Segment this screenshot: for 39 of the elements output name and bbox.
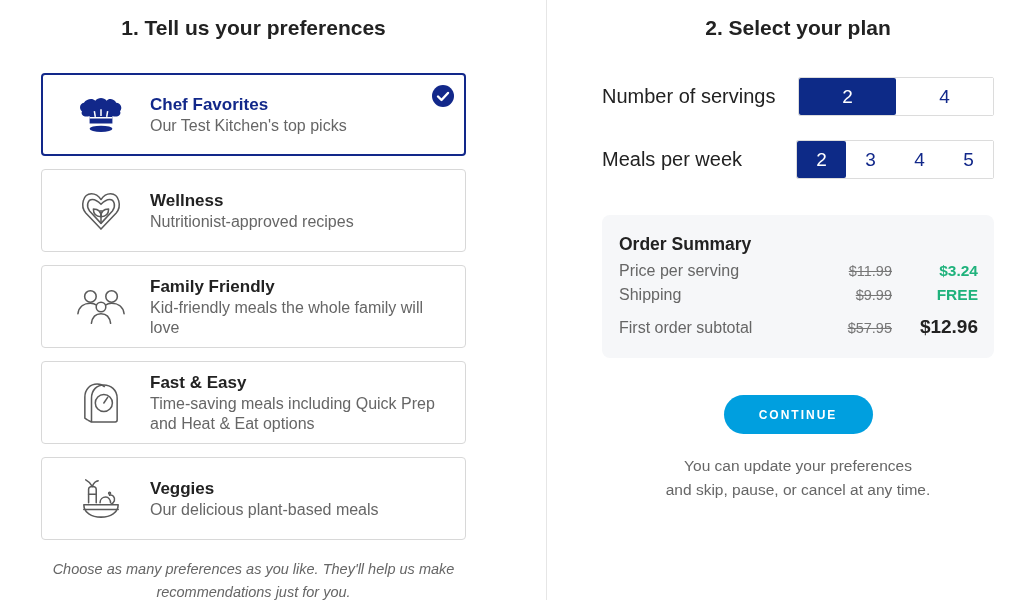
preference-title: Wellness xyxy=(150,189,225,212)
meals-option[interactable]: 2 xyxy=(797,141,846,178)
original-price: $11.99 xyxy=(848,262,892,281)
original-price: $57.95 xyxy=(847,319,892,338)
section-heading: 2. Select your plan xyxy=(704,16,892,40)
preference-description: Kid-friendly meals the whole family will love xyxy=(150,297,424,338)
preference-card[interactable]: Family Friendly Kid-friendly meals the whole family will love xyxy=(41,265,466,348)
salad-bowl-icon xyxy=(80,477,122,520)
summary-title: Order Summary xyxy=(619,233,753,255)
preference-description: Nutritionist-approved recipes xyxy=(150,211,355,232)
preference-title: Family Friendly xyxy=(150,275,276,298)
subtotal-price: $12.96 xyxy=(918,315,978,339)
preference-card[interactable]: Chef Favorites Our Test Kitchen's top picks xyxy=(41,73,466,156)
preferences-hint: Choose as many preferences as you like. They'll help us make recommendations just for you. xyxy=(51,560,456,600)
preference-title: Veggies xyxy=(150,477,216,500)
servings-label: Number of servings xyxy=(602,85,776,108)
timer-icon xyxy=(82,381,120,424)
checkmark-icon xyxy=(432,85,454,107)
family-icon xyxy=(76,287,126,326)
preference-description: Time-saving meals including Quick Prep and Heat & Eat options xyxy=(150,393,436,434)
preference-card[interactable]: Veggies Our delicious plant-based meals xyxy=(41,457,466,540)
discount-price: FREE xyxy=(935,285,978,305)
chef-hat-icon xyxy=(78,95,124,134)
preference-description: Our Test Kitchen's top picks xyxy=(150,115,348,136)
summary-label: Shipping xyxy=(619,285,683,305)
servings-option[interactable]: 2 xyxy=(799,78,896,115)
section-heading: 1. Tell us your preferences xyxy=(120,16,387,40)
preference-card[interactable]: Fast & Easy Time-saving meals including Quick Prep and Heat & Eat options xyxy=(41,361,466,444)
summary-label: First order subtotal xyxy=(619,318,754,338)
preference-description: Our delicious plant-based meals xyxy=(150,499,380,520)
meals-label: Meals per week xyxy=(602,148,743,171)
preference-title: Chef Favorites xyxy=(150,93,270,116)
preference-title: Fast & Easy xyxy=(150,371,248,394)
heart-sprout-icon xyxy=(80,190,122,231)
discount-price: $3.24 xyxy=(938,261,978,281)
preference-card[interactable]: Wellness Nutritionist-approved recipes xyxy=(41,169,466,252)
summary-label: Price per serving xyxy=(619,261,741,281)
plan-hint: You can update your preferences and skip, pause, or cancel at any time. xyxy=(664,456,932,500)
original-price: $9.99 xyxy=(855,286,892,305)
